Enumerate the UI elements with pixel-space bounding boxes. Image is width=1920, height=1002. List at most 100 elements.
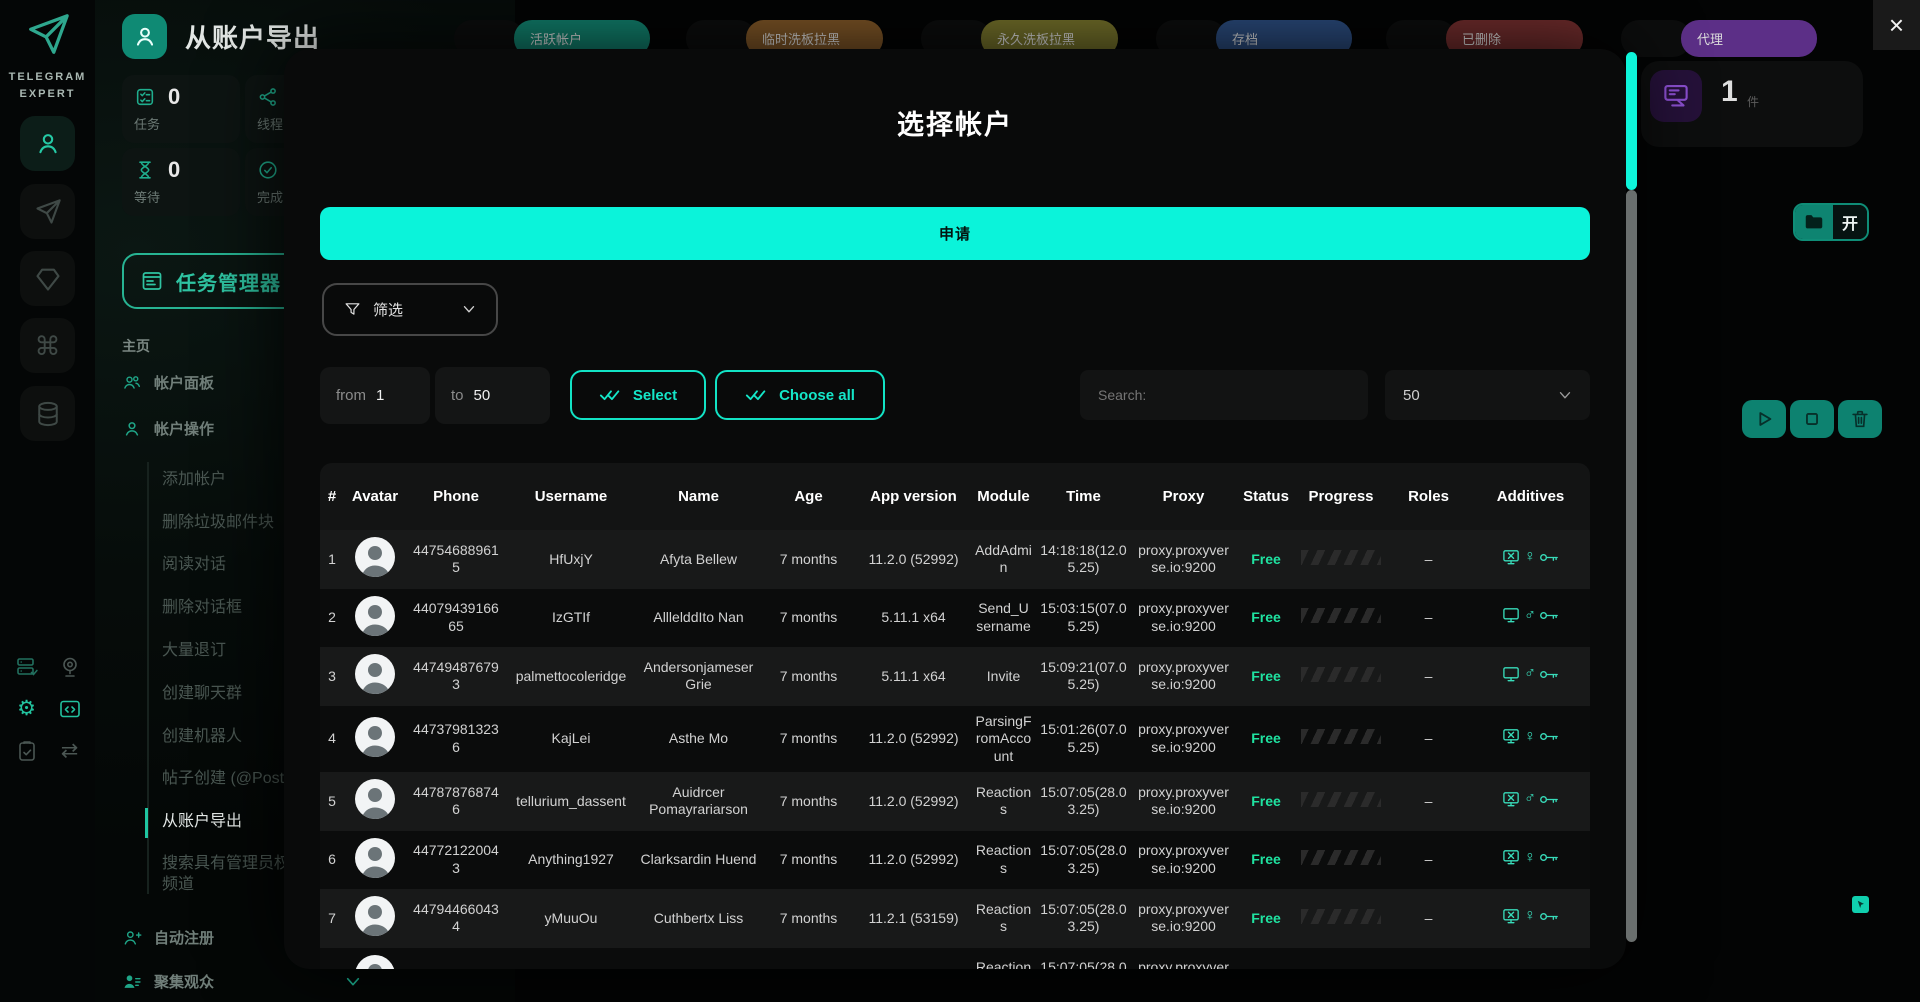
from-input[interactable]: from 1 (320, 367, 430, 424)
status-free: Free (1251, 730, 1281, 746)
table-row[interactable]: 1447546889615HfUxjYAfyta Bellew7 months1… (320, 530, 1590, 589)
table-header-row: #AvatarPhoneUsernameNameAgeApp versionMo… (320, 463, 1590, 530)
search-input[interactable] (1098, 387, 1350, 403)
sidebar-home-label: 主页 (122, 336, 150, 356)
table-header-cell: Additives (1471, 463, 1590, 530)
sidebar-item-auto-register[interactable]: 自动注册 (122, 927, 214, 948)
swap-icon[interactable]: ⇄ (58, 739, 82, 763)
cell-roles: – (1386, 831, 1471, 890)
chevron-down-icon[interactable] (345, 976, 361, 988)
cell-time: 15:07:05(28.03.25) (1036, 831, 1131, 890)
scrollbar-thumb[interactable] (1626, 52, 1637, 190)
rail-commands-button[interactable]: ⌘ (20, 318, 75, 373)
webcam-icon[interactable] (58, 655, 82, 679)
cell-username: IzGTIf (506, 589, 636, 648)
cell-progress (1296, 647, 1386, 706)
progress-bar (1301, 729, 1381, 744)
female-icon: ♀ (1524, 908, 1536, 924)
progress-bar (1301, 667, 1381, 682)
sidebar-item-account-ops[interactable]: 帐户操作 (122, 418, 214, 439)
table-row[interactable]: 3447494876793palmettocoleridgeAndersonja… (320, 647, 1590, 706)
cell-app-version: 5.11.1 x64 (856, 589, 971, 648)
page-size-select[interactable]: 50 (1385, 370, 1590, 420)
cell-status (1236, 948, 1296, 970)
table-header-cell: App version (856, 463, 971, 530)
table-row[interactable]: 7447944660434yMuuOuCuthbertx Liss7 month… (320, 889, 1590, 948)
sidebar-item-accounts-panel[interactable]: 帐户面板 (122, 372, 214, 393)
status-free: Free (1251, 609, 1281, 625)
key-icon (1539, 851, 1559, 864)
rail-premium-button[interactable] (20, 251, 75, 306)
cell-phone: 4407943916665 (406, 589, 506, 648)
table-row[interactable]: 844744650553unsaturationamaReactions15:0… (320, 948, 1590, 970)
sidebar-item-home[interactable]: 主页 (122, 336, 150, 356)
key-icon (1539, 910, 1559, 923)
select-button-label: Select (633, 387, 677, 404)
accounts-table: #AvatarPhoneUsernameNameAgeApp versionMo… (320, 463, 1590, 969)
table-header-cell: Phone (406, 463, 506, 530)
table-header-cell: Progress (1296, 463, 1386, 530)
cell-age: 7 months (761, 706, 856, 773)
person-lines-icon (122, 972, 142, 992)
cell-app-version: 11.2.0 (52992) (856, 831, 971, 890)
stat-label: 等待 (134, 187, 228, 206)
delete-button[interactable] (1838, 400, 1882, 438)
rail-accounts-button[interactable] (20, 116, 75, 171)
key-icon (1539, 793, 1559, 806)
cell-num: 8 (320, 948, 344, 970)
status-badge[interactable]: 代理 (1681, 20, 1817, 57)
gear-icon[interactable]: ⚙ (15, 697, 39, 721)
cell-num: 7 (320, 889, 344, 948)
select-account-modal: 选择帐户 申请 筛选 from 1 to 50 Select Choose al… (284, 49, 1626, 969)
filter-dropdown[interactable]: 筛选 (322, 283, 498, 336)
code-window-icon[interactable] (58, 697, 82, 721)
monitor-icon (1502, 606, 1521, 625)
cell-status: Free (1236, 589, 1296, 648)
table-header-cell: Module (971, 463, 1036, 530)
apply-button[interactable]: 申请 (320, 207, 1590, 260)
sidebar-item-gather-audience[interactable]: 聚集观众 (122, 971, 214, 992)
progress-bar (1301, 550, 1381, 565)
cell-roles: – (1386, 889, 1471, 948)
cell-avatar (344, 772, 406, 831)
close-window-button[interactable]: × (1873, 0, 1920, 50)
stat-value: 0 (168, 157, 180, 183)
cell-roles: – (1386, 647, 1471, 706)
cell-avatar (344, 831, 406, 890)
to-input[interactable]: to 50 (435, 367, 550, 424)
clipboard-check-icon[interactable] (15, 739, 39, 763)
cell-username: Anything1927 (506, 831, 636, 890)
choose-all-button[interactable]: Choose all (715, 370, 885, 420)
server-check-icon[interactable] (15, 655, 39, 679)
open-folder-button[interactable]: 开 (1793, 203, 1869, 241)
cursor-badge[interactable] (1852, 896, 1869, 913)
server-wrench-icon (1650, 70, 1702, 122)
cell-progress (1296, 889, 1386, 948)
cell-app-version: 5.11.1 x64 (856, 647, 971, 706)
scrollbar-track[interactable] (1626, 190, 1637, 942)
cell-additives: ♀ (1471, 706, 1590, 773)
cell-module: Reactions (971, 772, 1036, 831)
gem-icon (34, 265, 62, 293)
select-button[interactable]: Select (570, 370, 706, 420)
table-row[interactable]: 6447721220043Anything1927Clarksardin Hue… (320, 831, 1590, 890)
items-count-card: 1 件 (1641, 61, 1863, 147)
table-row[interactable]: 4447379813236KajLeiAsthe Mo7 months11.2.… (320, 706, 1590, 773)
cell-age: 7 months (761, 831, 856, 890)
rail-messages-button[interactable] (20, 184, 75, 239)
cell-name: AlllelddIto Nan (636, 589, 761, 648)
table-header-cell: Status (1236, 463, 1296, 530)
person-icon (34, 130, 62, 158)
play-button[interactable] (1742, 400, 1786, 438)
to-label: to (451, 387, 464, 404)
cell-time: 15:09:21(07.05.25) (1036, 647, 1131, 706)
tasks-icon (134, 86, 156, 108)
stop-button[interactable] (1790, 400, 1834, 438)
waiting-icon (134, 159, 156, 181)
table-row[interactable]: 24407943916665IzGTIfAlllelddIto Nan7 mon… (320, 589, 1590, 648)
table-row[interactable]: 5447878768746tellurium_dassentAuidrcer P… (320, 772, 1590, 831)
cell-username: yMuuOu (506, 889, 636, 948)
rail-database-button[interactable] (20, 386, 75, 441)
cell-additives: ♂ (1471, 647, 1590, 706)
cell-app-version: 11.2.1 (53159) (856, 889, 971, 948)
